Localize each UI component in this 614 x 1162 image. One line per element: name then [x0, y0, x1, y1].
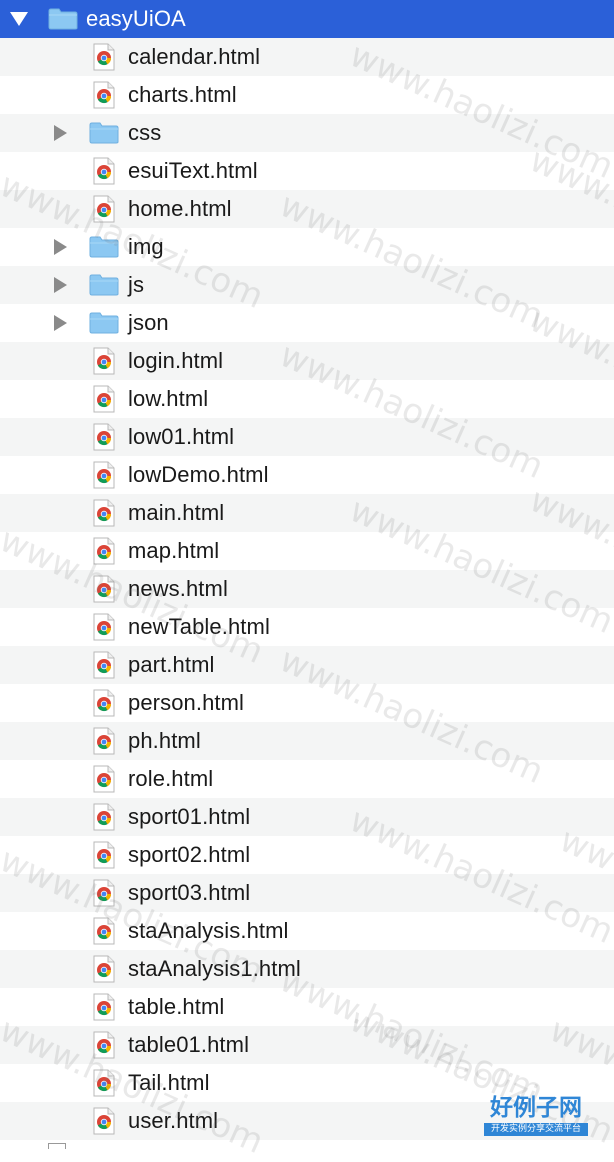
folder-icon [89, 236, 119, 258]
file-label: esuiText.html [128, 158, 258, 183]
file-label: main.html [128, 500, 225, 525]
file-label: map.html [128, 538, 220, 563]
brand-logo: 好例子网 开发实例分享交流平台 [484, 1094, 588, 1140]
chrome-html-file-icon [92, 841, 116, 869]
file-label: sport03.html [128, 880, 251, 905]
file-row-ph-html[interactable]: ph.html [0, 722, 614, 760]
chrome-html-file-icon [92, 195, 116, 223]
file-label: sport02.html [128, 842, 251, 867]
file-row-main-html[interactable]: main.html [0, 494, 614, 532]
folder-row-json[interactable]: json [0, 304, 614, 342]
file-row-sport03-html[interactable]: sport03.html [0, 874, 614, 912]
file-label: part.html [128, 652, 215, 677]
chrome-html-file-icon [92, 917, 116, 945]
chrome-html-file-icon [92, 537, 116, 565]
chrome-html-file-icon [92, 385, 116, 413]
chrome-html-file-icon [92, 765, 116, 793]
file-row-sport02-html[interactable]: sport02.html [0, 836, 614, 874]
file-row-charts-html[interactable]: charts.html [0, 76, 614, 114]
chrome-html-file-icon [92, 575, 116, 603]
chrome-html-file-icon [92, 803, 116, 831]
file-row-esuitext-html[interactable]: esuiText.html [0, 152, 614, 190]
file-label: low01.html [128, 424, 235, 449]
disclosure-right-icon[interactable] [54, 277, 67, 293]
root-folder-label: easyUiOA [86, 6, 186, 31]
file-label: user.html [128, 1108, 219, 1133]
file-label: home.html [128, 196, 232, 221]
file-label: staAnalysis.html [128, 918, 289, 943]
folder-icon [89, 312, 119, 334]
file-label: charts.html [128, 82, 237, 107]
chrome-html-file-icon [92, 689, 116, 717]
file-label: role.html [128, 766, 214, 791]
brand-title: 好例子网 [490, 1095, 582, 1121]
chrome-html-file-icon [92, 993, 116, 1021]
disclosure-down-icon[interactable] [10, 12, 28, 26]
chrome-html-file-icon [92, 1107, 116, 1135]
file-row-part-html[interactable]: part.html [0, 646, 614, 684]
file-label: news.html [128, 576, 228, 601]
chrome-html-file-icon [92, 955, 116, 983]
chrome-html-file-icon [92, 347, 116, 375]
file-row-lowdemo-html[interactable]: lowDemo.html [0, 456, 614, 494]
file-row-calendar-html[interactable]: calendar.html [0, 38, 614, 76]
disclosure-right-icon[interactable] [54, 125, 67, 141]
file-row-table01-html[interactable]: table01.html [0, 1026, 614, 1064]
file-label: login.html [128, 348, 224, 373]
file-row-login-html[interactable]: login.html [0, 342, 614, 380]
folder-label: json [128, 310, 169, 335]
folder-row-css[interactable]: css [0, 114, 614, 152]
file-row-person-html[interactable]: person.html [0, 684, 614, 722]
chrome-html-file-icon [92, 499, 116, 527]
file-label: person.html [128, 690, 245, 715]
file-row-low-html[interactable]: low.html [0, 380, 614, 418]
file-label: table01.html [128, 1032, 250, 1057]
file-row-staanalysis-html[interactable]: staAnalysis.html [0, 912, 614, 950]
file-label: staAnalysis1.html [128, 956, 301, 981]
folder-label: js [128, 272, 145, 297]
folder-row-js[interactable]: js [0, 266, 614, 304]
file-label: ph.html [128, 728, 201, 753]
tree-root-row[interactable]: easyUiOA [0, 0, 614, 38]
chrome-html-file-icon [92, 651, 116, 679]
file-row-home-html[interactable]: home.html [0, 190, 614, 228]
file-row-low01-html[interactable]: low01.html [0, 418, 614, 456]
disclosure-right-icon[interactable] [54, 315, 67, 331]
chrome-html-file-icon [92, 727, 116, 755]
chrome-html-file-icon [92, 43, 116, 71]
file-row-staanalysis1-html[interactable]: staAnalysis1.html [0, 950, 614, 988]
chrome-html-file-icon [92, 1031, 116, 1059]
file-tree: easyUiOA calendar.html charts.html css e… [0, 0, 614, 1140]
chrome-html-file-icon [92, 81, 116, 109]
partial-file-icon [48, 1143, 66, 1149]
chrome-html-file-icon [92, 157, 116, 185]
file-row-map-html[interactable]: map.html [0, 532, 614, 570]
file-row-news-html[interactable]: news.html [0, 570, 614, 608]
folder-icon [48, 8, 78, 30]
file-row-role-html[interactable]: role.html [0, 760, 614, 798]
brand-subtitle: 开发实例分享交流平台 [484, 1123, 588, 1136]
chrome-html-file-icon [92, 879, 116, 907]
chrome-html-file-icon [92, 1069, 116, 1097]
file-label: newTable.html [128, 614, 270, 639]
chrome-html-file-icon [92, 461, 116, 489]
folder-icon [89, 274, 119, 296]
disclosure-right-icon[interactable] [54, 239, 67, 255]
folder-icon [89, 122, 119, 144]
file-row-table-html[interactable]: table.html [0, 988, 614, 1026]
folder-label: css [128, 120, 162, 145]
folder-row-img[interactable]: img [0, 228, 614, 266]
file-label: lowDemo.html [128, 462, 269, 487]
chrome-html-file-icon [92, 613, 116, 641]
file-label: sport01.html [128, 804, 251, 829]
folder-label: img [128, 234, 164, 259]
file-label: table.html [128, 994, 225, 1019]
file-row-newtable-html[interactable]: newTable.html [0, 608, 614, 646]
file-label: calendar.html [128, 44, 261, 69]
file-row-sport01-html[interactable]: sport01.html [0, 798, 614, 836]
file-label: Tail.html [128, 1070, 210, 1095]
chrome-html-file-icon [92, 423, 116, 451]
file-label: low.html [128, 386, 209, 411]
